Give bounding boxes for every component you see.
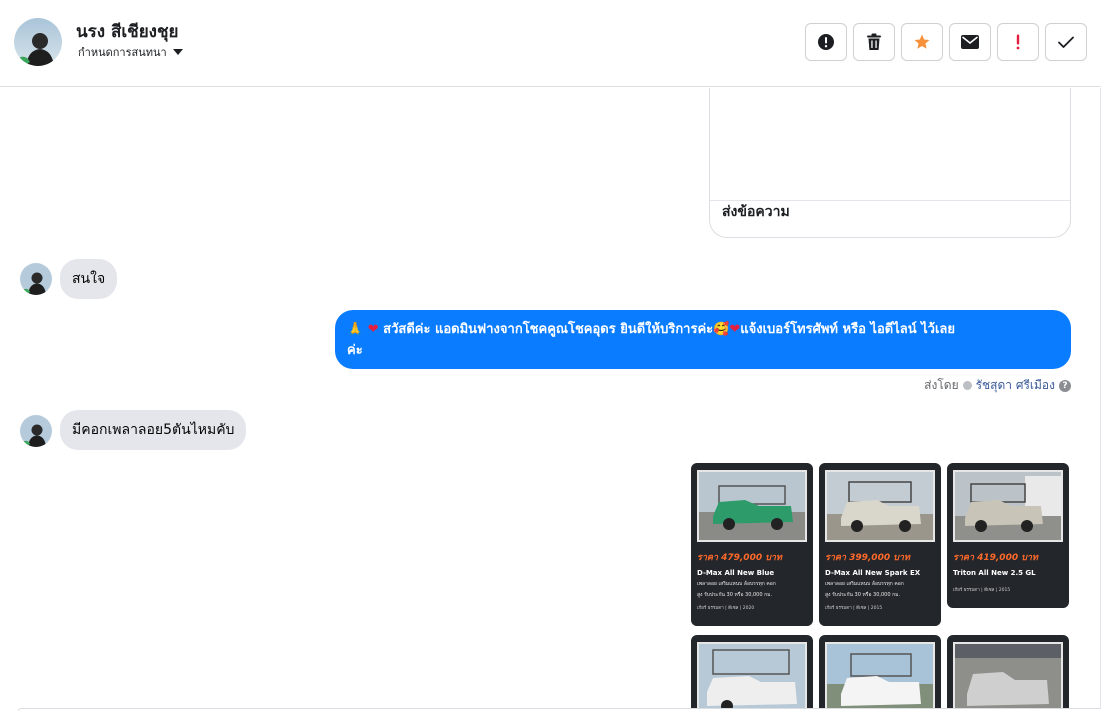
mark-spam-button[interactable] (805, 23, 847, 61)
sent-by-name[interactable]: รัชสุดา ศรีเมือง (976, 376, 1055, 395)
message-thread[interactable]: ส่งข้อความ สนใจ 🙏 ❤ สวัสดีค่ะ แอดมินฟางจ… (0, 88, 1101, 708)
alert-circle-icon (818, 34, 834, 50)
smiling-face-hearts-icon: 🥰 (713, 322, 730, 337)
incoming-message[interactable]: มีคอกเพลาลอย5ตันไหมคับ (60, 410, 247, 450)
star-button[interactable] (901, 23, 943, 61)
listing-desc: เพลาลอย เสริมแหนบ ล้อบรรทุก คอก (697, 581, 776, 587)
heart-icon: ❤ (729, 322, 741, 337)
listing-photo (953, 642, 1063, 708)
listing-desc: สูง รับประกัน 30 หรือ 30,000 กม. (697, 592, 773, 598)
contact-name: นรง สีเชียงชุย (76, 22, 179, 42)
listing-price: ราคา 399,000 บาท (825, 553, 910, 563)
follow-up-button[interactable] (997, 23, 1039, 61)
conversation-toolbar (805, 23, 1087, 61)
listing-photo (825, 470, 935, 542)
sent-by-info: ส่งโดย รัชสุดา ศรีเมือง ? (924, 376, 1071, 395)
listing-tile[interactable] (691, 635, 813, 708)
folded-hands-icon: 🙏 (347, 322, 364, 337)
incoming-message[interactable]: สนใจ (60, 259, 118, 299)
message-text-line1: สวัสดีค่ะ แอดมินฟางจากโชคคูณโชคอุดร ยินด… (383, 322, 714, 337)
exclamation-icon (1016, 34, 1020, 50)
listing-model: D-Max All New Spark EX (825, 569, 921, 577)
listing-tile[interactable]: ราคา 419,000 บาท Triton All New 2.5 GL เ… (947, 463, 1069, 608)
listing-model: Triton All New 2.5 GL (953, 569, 1036, 577)
help-icon[interactable]: ? (1059, 379, 1071, 392)
envelope-icon (961, 35, 979, 49)
listing-tile[interactable] (947, 635, 1069, 708)
listing-meta: เกียร์ ธรรมดา | ดีเซล | 2020 (697, 606, 755, 611)
delete-button[interactable] (853, 23, 895, 61)
mark-done-button[interactable] (1045, 23, 1087, 61)
star-icon (914, 34, 930, 49)
listing-tile[interactable] (819, 635, 941, 708)
listing-price: ราคา 419,000 บาท (953, 553, 1038, 563)
mark-unread-button[interactable] (949, 23, 991, 61)
assign-label: กำหนดการสนทนา (78, 46, 167, 59)
message-text-line2: ค่ะ (347, 343, 363, 358)
conversation-header: นรง สีเชียงชุย กำหนดการสนทนา (0, 0, 1101, 87)
trash-icon (867, 33, 881, 50)
listing-model: D-Max All New Blue (697, 569, 775, 577)
listing-desc: เพลาลอย เสริมแหนบ ล้อบรรทุก คอก (825, 581, 904, 587)
check-icon (1058, 36, 1074, 48)
outgoing-message[interactable]: 🙏 ❤ สวัสดีค่ะ แอดมินฟางจากโชคคูณโชคอุดร … (335, 310, 1071, 369)
listing-photo (697, 642, 807, 708)
page-dot-icon (962, 381, 972, 390)
sender-avatar[interactable] (20, 415, 52, 447)
listing-price: ราคา 479,000 บาท (697, 553, 782, 563)
listing-tile[interactable]: ราคา 399,000 บาท D-Max All New Spark EX … (819, 463, 941, 626)
listing-photo (953, 470, 1063, 542)
listing-photo (825, 642, 935, 708)
sender-avatar[interactable] (20, 263, 52, 295)
listing-meta: เกียร์ ธรรมดา | ดีเซล | 2015 (825, 606, 883, 611)
chevron-down-icon (172, 49, 183, 55)
sent-by-prefix: ส่งโดย (924, 378, 959, 392)
contact-avatar[interactable] (14, 18, 62, 66)
listing-tile[interactable]: ราคา 479,000 บาท D-Max All New Blue เพลา… (691, 463, 813, 626)
assign-conversation-dropdown[interactable]: กำหนดการสนทนา (78, 43, 183, 61)
listing-photo (697, 470, 807, 542)
structured-message-card: ส่งข้อความ (709, 88, 1071, 238)
message-text-line1b: แจ้งเบอร์โทรศัพท์ หรือ ไอดีไลน์ ไว้เลย (740, 322, 955, 337)
send-message-button[interactable]: ส่งข้อความ (722, 201, 790, 223)
listing-desc: สูง รับประกัน 30 หรือ 30,000 กม. (825, 592, 901, 598)
listing-meta: เกียร์ ธรรมดา | ดีเซล | 2015 (953, 588, 1011, 593)
heart-icon: ❤ (367, 322, 379, 337)
